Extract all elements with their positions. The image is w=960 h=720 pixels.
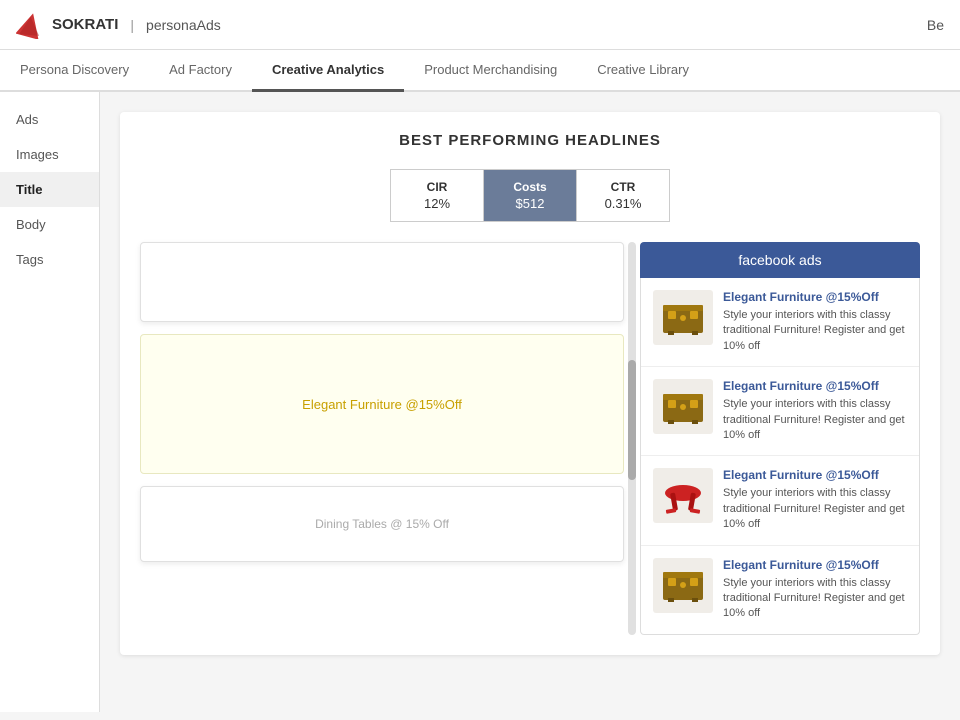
tab-ad-factory[interactable]: Ad Factory xyxy=(149,50,252,92)
tab-creative-analytics[interactable]: Creative Analytics xyxy=(252,50,404,92)
metric-ctr[interactable]: CTR 0.31% xyxy=(577,170,669,221)
panel-title: BEST PERFORMING HEADLINES xyxy=(140,132,920,149)
ad-desc-2: Style your interiors with this classy tr… xyxy=(723,397,907,443)
sidebar: Ads Images Title Body Tags xyxy=(0,92,100,712)
ad-title-3: Elegant Furniture @15%Off xyxy=(723,468,907,482)
card-yellow-text: Elegant Furniture @15%Off xyxy=(302,397,462,412)
ad-image-2 xyxy=(653,379,713,434)
ad-title-2: Elegant Furniture @15%Off xyxy=(723,379,907,393)
ad-item-3[interactable]: Elegant Furniture @15%Off Style your int… xyxy=(641,456,919,545)
metric-cir[interactable]: CIR 12% xyxy=(391,170,484,221)
metric-costs-label: Costs xyxy=(500,180,560,194)
ad-image-1 xyxy=(653,290,713,345)
metric-cir-label: CIR xyxy=(407,180,467,194)
sidebar-item-title[interactable]: Title xyxy=(0,172,99,207)
card-white-1 xyxy=(140,242,624,322)
ad-text-col-2: Elegant Furniture @15%Off Style your int… xyxy=(723,379,907,443)
tab-persona-discovery[interactable]: Persona Discovery xyxy=(0,50,149,92)
metric-ctr-value: 0.31% xyxy=(593,196,653,211)
ad-item-2[interactable]: Elegant Furniture @15%Off Style your int… xyxy=(641,367,919,456)
ad-image-4 xyxy=(653,558,713,613)
header-right: Be xyxy=(927,17,944,33)
ad-item-1[interactable]: Elegant Furniture @15%Off Style your int… xyxy=(641,278,919,367)
sokrati-logo-icon xyxy=(16,11,44,39)
ad-desc-1: Style your interiors with this classy tr… xyxy=(723,308,907,354)
ad-title-4: Elegant Furniture @15%Off xyxy=(723,558,907,572)
metric-costs-value: $512 xyxy=(500,196,560,211)
ad-list: Elegant Furniture @15%Off Style your int… xyxy=(640,278,920,635)
logo-text: SOKRATI xyxy=(52,16,118,33)
ad-desc-4: Style your interiors with this classy tr… xyxy=(723,576,907,622)
product-name: personaAds xyxy=(146,17,221,33)
sidebar-item-tags[interactable]: Tags xyxy=(0,242,99,277)
ad-desc-3: Style your interiors with this classy tr… xyxy=(723,486,907,532)
two-col-layout: Elegant Furniture @15%Off Dining Tables … xyxy=(140,242,920,635)
metric-cir-value: 12% xyxy=(407,196,467,211)
sidebar-item-ads[interactable]: Ads xyxy=(0,102,99,137)
metric-costs[interactable]: Costs $512 xyxy=(484,170,577,221)
scroll-thumb xyxy=(628,360,636,480)
logo-separator: | xyxy=(130,17,134,33)
ad-item-4[interactable]: Elegant Furniture @15%Off Style your int… xyxy=(641,546,919,634)
left-col: Elegant Furniture @15%Off Dining Tables … xyxy=(140,242,624,635)
layout: Ads Images Title Body Tags BEST PERFORMI… xyxy=(0,92,960,712)
metric-ctr-label: CTR xyxy=(593,180,653,194)
logo-area: SOKRATI | personaAds xyxy=(16,11,221,39)
scroll-strip[interactable] xyxy=(628,242,636,635)
ad-title-1: Elegant Furniture @15%Off xyxy=(723,290,907,304)
content-panel: BEST PERFORMING HEADLINES CIR 12% Costs … xyxy=(120,112,940,655)
ad-text-col-1: Elegant Furniture @15%Off Style your int… xyxy=(723,290,907,354)
ad-image-3 xyxy=(653,468,713,523)
ad-text-col-4: Elegant Furniture @15%Off Style your int… xyxy=(723,558,907,622)
card-yellow: Elegant Furniture @15%Off xyxy=(140,334,624,474)
card-white-2: Dining Tables @ 15% Off xyxy=(140,486,624,562)
app-header: SOKRATI | personaAds Be xyxy=(0,0,960,50)
main-content: BEST PERFORMING HEADLINES CIR 12% Costs … xyxy=(100,92,960,712)
right-col: facebook ads xyxy=(640,242,920,635)
facebook-ads-header: facebook ads xyxy=(640,242,920,278)
card-gray-text: Dining Tables @ 15% Off xyxy=(161,507,603,541)
tab-creative-library[interactable]: Creative Library xyxy=(577,50,709,92)
sidebar-item-images[interactable]: Images xyxy=(0,137,99,172)
ad-text-col-3: Elegant Furniture @15%Off Style your int… xyxy=(723,468,907,532)
tab-product-merchandising[interactable]: Product Merchandising xyxy=(404,50,577,92)
sidebar-item-body[interactable]: Body xyxy=(0,207,99,242)
metrics-row: CIR 12% Costs $512 CTR 0.31% xyxy=(390,169,670,222)
nav-tabs: Persona Discovery Ad Factory Creative An… xyxy=(0,50,960,92)
